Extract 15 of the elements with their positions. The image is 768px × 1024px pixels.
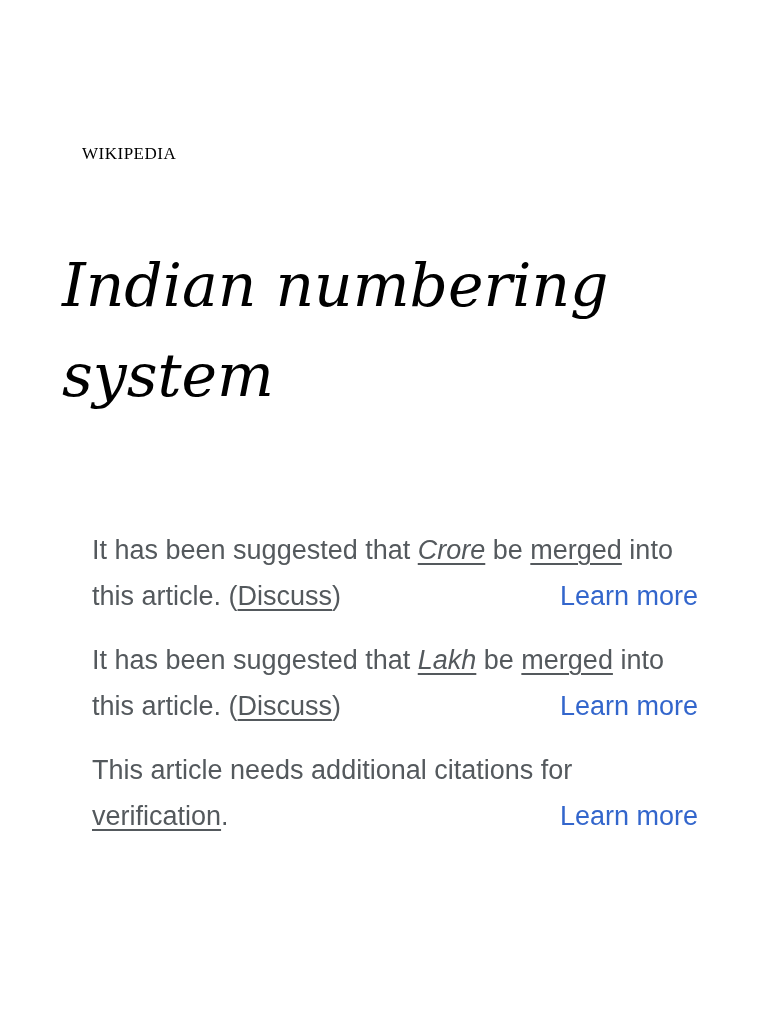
learn-more-link[interactable]: Learn more (559, 793, 698, 839)
wikipedia-wordmark[interactable]: WIKIPEDIA (82, 144, 177, 164)
inline-link[interactable]: Discuss (237, 581, 333, 611)
inline-link[interactable]: Crore (417, 535, 486, 565)
learn-more-link[interactable]: Learn more (559, 683, 698, 729)
inline-link[interactable]: merged (530, 535, 622, 565)
inline-link[interactable]: verification (92, 801, 222, 831)
article-title: Indian numbering system (62, 249, 610, 412)
learn-more-link[interactable]: Learn more (559, 573, 698, 619)
notice-text: It has been suggested that Crore be merged into this article. (Discuss) Learn more (92, 527, 698, 619)
inline-link[interactable]: Lakh (417, 645, 477, 675)
inline-link[interactable]: merged (521, 645, 613, 675)
inline-link[interactable]: Discuss (237, 691, 333, 721)
notice-text: It has been suggested that Lakh be merged into this article. (Discuss) Learn more (92, 637, 698, 729)
notice-text: This article needs additional citations for verification. Learn more (92, 747, 698, 839)
